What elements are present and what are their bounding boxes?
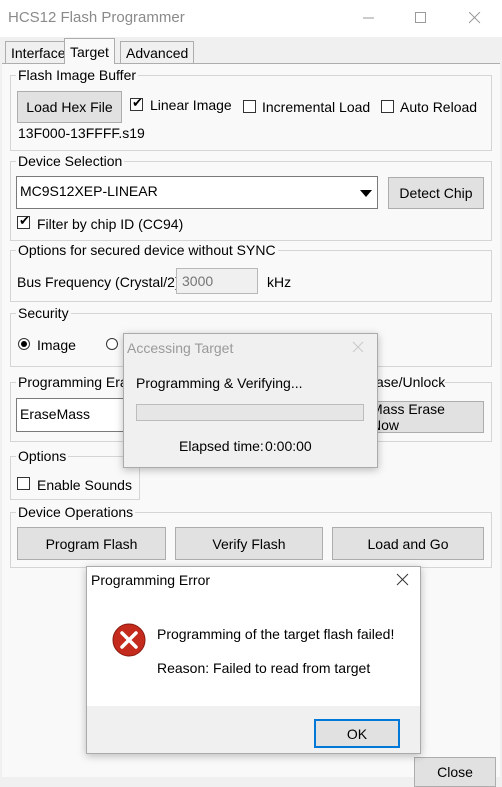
filter-chip-id-label: Filter by chip ID (CC94) <box>37 216 184 232</box>
close-window-button[interactable] <box>452 0 498 36</box>
error-message: Programming of the target flash failed! <box>157 626 395 642</box>
programming-group-label: Programming Era <box>16 374 130 390</box>
auto-reload-checkbox[interactable] <box>381 100 394 113</box>
maximize-icon <box>415 12 426 23</box>
error-icon <box>111 622 147 658</box>
program-flash-button[interactable]: Program Flash <box>17 527 166 560</box>
error-reason: Reason: Failed to read from target <box>157 660 371 676</box>
options-group-label: Options <box>16 448 69 464</box>
loaded-filename: 13F000-13FFFF.s19 <box>18 125 145 141</box>
filter-chip-id-checkbox[interactable] <box>17 213 30 229</box>
incremental-load-label: Incremental Load <box>262 99 371 115</box>
linear-image-label: Linear Image <box>150 97 232 113</box>
error-dialog-title: Programming Error <box>91 572 211 588</box>
flash-image-group-label: Flash Image Buffer <box>16 67 139 83</box>
error-close-button[interactable] <box>396 573 409 586</box>
programming-progress-bar <box>136 404 364 421</box>
enable-sounds-label: Enable Sounds <box>37 477 132 493</box>
security-image-label: Image <box>37 337 76 353</box>
erase-unlock-group-label: ase/Unlock <box>376 374 446 390</box>
close-button[interactable]: Close <box>414 757 496 787</box>
maximize-button[interactable] <box>398 0 444 36</box>
security-group-label: Security <box>16 305 71 321</box>
verify-flash-button[interactable]: Verify Flash <box>175 527 323 560</box>
close-icon <box>396 573 409 586</box>
bus-frequency-label: Bus Frequency (Crystal/2) <box>17 274 180 290</box>
minimize-button[interactable] <box>346 0 392 36</box>
close-icon <box>352 341 364 353</box>
tab-advanced[interactable]: Advanced <box>120 41 195 63</box>
enable-sounds-checkbox[interactable] <box>17 477 30 490</box>
device-operations-group-label: Device Operations <box>16 504 136 520</box>
ok-button[interactable]: OK <box>314 719 400 748</box>
elapsed-time-label: Elapsed time: <box>179 438 264 454</box>
erase-mode-value: EraseMass <box>20 406 91 422</box>
security-option-radio[interactable] <box>106 338 118 350</box>
bus-frequency-input[interactable] <box>176 268 258 294</box>
auto-reload-label: Auto Reload <box>400 99 478 115</box>
bus-frequency-unit: kHz <box>267 274 292 290</box>
tab-interface[interactable]: Interface <box>5 41 72 63</box>
linear-image-checkbox[interactable] <box>130 95 143 111</box>
load-and-go-button[interactable]: Load and Go <box>332 527 484 560</box>
accessing-status-text: Programming & Verifying... <box>136 375 303 391</box>
minimize-icon <box>363 17 374 19</box>
device-selection-group-label: Device Selection <box>16 153 125 169</box>
secured-options-group-label: Options for secured device without SYNC <box>16 242 278 258</box>
detect-chip-button[interactable]: Detect Chip <box>388 177 484 209</box>
tab-target[interactable]: Target <box>64 38 115 64</box>
mass-erase-now-button[interactable]: Mass Erase Now <box>370 401 484 433</box>
device-select-value: MC9S12XEP-LINEAR <box>20 183 158 199</box>
security-image-radio[interactable] <box>18 338 30 350</box>
accessing-target-title: Accessing Target <box>127 340 234 356</box>
chevron-down-icon[interactable] <box>358 186 374 198</box>
close-icon <box>469 12 481 24</box>
load-hex-file-button[interactable]: Load Hex File <box>17 91 122 123</box>
elapsed-time-value: 0:00:00 <box>265 438 312 454</box>
incremental-load-checkbox[interactable] <box>243 100 256 113</box>
accessing-close-button[interactable] <box>352 340 364 353</box>
window-title: HCS12 Flash Programmer <box>8 9 185 26</box>
